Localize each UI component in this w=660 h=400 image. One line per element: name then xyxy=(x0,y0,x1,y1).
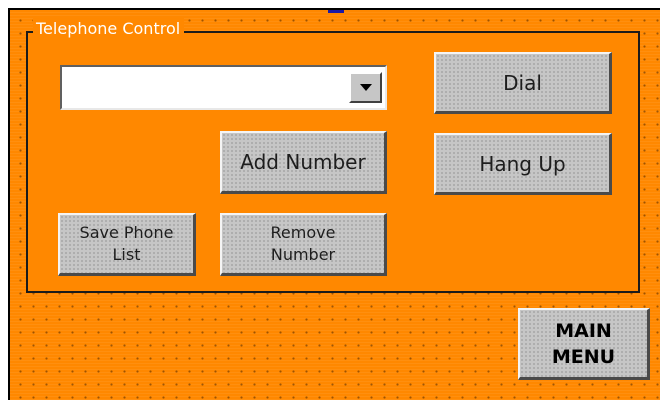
dropdown-arrow-button[interactable] xyxy=(349,72,382,103)
group-title: Telephone Control xyxy=(33,18,185,40)
main-menu-button-label: MAIN MENU xyxy=(551,319,616,368)
phone-number-dropdown[interactable] xyxy=(60,65,387,110)
dial-button-label: Dial xyxy=(503,70,542,95)
main-menu-button[interactable]: MAIN MENU xyxy=(518,308,650,380)
chevron-down-icon xyxy=(360,84,372,91)
top-edge-marker xyxy=(328,10,344,13)
hang-up-button-label: Hang Up xyxy=(479,151,566,176)
save-phone-list-button-label: Save Phone List xyxy=(79,223,174,264)
add-number-button-label: Add Number xyxy=(240,150,366,174)
add-number-button[interactable]: Add Number xyxy=(220,131,387,194)
remove-number-button[interactable]: Remove Number xyxy=(220,213,387,276)
dial-button[interactable]: Dial xyxy=(434,52,612,114)
remove-number-button-label: Remove Number xyxy=(270,223,336,264)
save-phone-list-button[interactable]: Save Phone List xyxy=(58,213,196,276)
hang-up-button[interactable]: Hang Up xyxy=(434,133,612,195)
